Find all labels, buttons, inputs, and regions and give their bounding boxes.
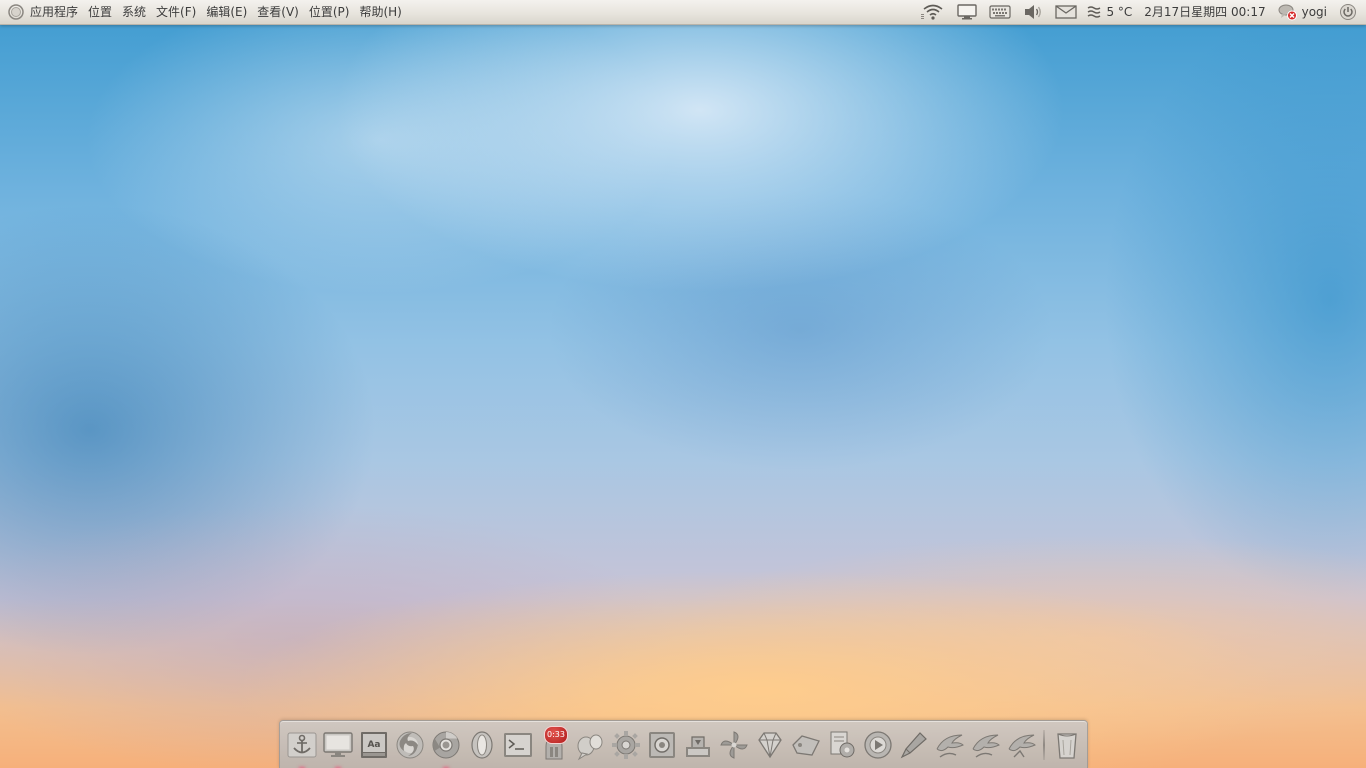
wifi-icon[interactable]	[915, 0, 951, 24]
screenshot-icon[interactable]	[644, 727, 680, 763]
top-panel: 应用程序 位置 系统 文件(F) 编辑(E) 查看(V) 位置(P) 帮助(H)	[0, 0, 1366, 25]
opera-icon[interactable]	[464, 727, 500, 763]
settings-gear-icon[interactable]	[608, 727, 644, 763]
svg-text:Aa: Aa	[367, 740, 380, 750]
menu-bar: 应用程序 位置 系统 文件(F) 编辑(E) 查看(V) 位置(P) 帮助(H)	[0, 0, 407, 24]
volume-icon[interactable]	[1017, 0, 1049, 24]
tag-icon[interactable]	[788, 727, 824, 763]
menu-system[interactable]: 系统	[117, 0, 151, 24]
inkscape-icon[interactable]	[680, 727, 716, 763]
firefox-icon[interactable]	[392, 727, 428, 763]
document-icon[interactable]	[824, 727, 860, 763]
mail-icon[interactable]	[1049, 0, 1083, 24]
weather-temperature: 5 °C	[1106, 5, 1133, 19]
menu-edit[interactable]: 编辑(E)	[201, 0, 252, 24]
pinwheel-icon[interactable]	[716, 727, 752, 763]
bird-icon[interactable]	[968, 727, 1004, 763]
bird-icon[interactable]	[1004, 727, 1040, 763]
keyboard-icon[interactable]	[983, 0, 1017, 24]
display-icon[interactable]	[951, 0, 983, 24]
menu-places[interactable]: 位置	[83, 0, 117, 24]
weather-indicator[interactable]: 5 °C	[1083, 0, 1138, 24]
disk-icon[interactable]	[860, 727, 896, 763]
menu-file[interactable]: 文件(F)	[151, 0, 201, 24]
timer-icon[interactable]: 0:33	[536, 726, 572, 763]
dock-separator	[1043, 730, 1045, 760]
terminal-icon[interactable]	[500, 727, 536, 763]
user-menu[interactable]: yogi	[1272, 0, 1333, 24]
pidgin-icon[interactable]	[572, 727, 608, 763]
menu-view[interactable]: 查看(V)	[252, 0, 304, 24]
chat-offline-icon	[1278, 4, 1297, 21]
bird-icon[interactable]	[932, 727, 968, 763]
username: yogi	[1301, 5, 1327, 19]
system-tray: 5 °C 2月17日星期四 00:17 yogi	[915, 0, 1366, 24]
anchor-icon[interactable]	[284, 727, 320, 763]
dock: Aa 0:33	[279, 720, 1088, 768]
weather-icon	[1088, 6, 1101, 18]
menu-applications[interactable]: 应用程序	[28, 0, 83, 24]
desktop-wallpaper	[0, 0, 1366, 768]
trash-icon[interactable]	[1049, 727, 1085, 763]
pen-icon[interactable]	[896, 727, 932, 763]
timer-badge: 0:33	[544, 726, 568, 744]
menu-help[interactable]: 帮助(H)	[354, 0, 406, 24]
menu-go[interactable]: 位置(P)	[304, 0, 355, 24]
font-viewer-icon[interactable]: Aa	[356, 727, 392, 763]
dock-items: Aa 0:33	[284, 726, 1085, 763]
chrome-icon[interactable]	[428, 727, 464, 763]
power-icon[interactable]	[1333, 0, 1366, 24]
clock[interactable]: 2月17日星期四 00:17	[1138, 0, 1271, 24]
monitor-icon[interactable]	[320, 727, 356, 763]
gem-icon[interactable]	[752, 727, 788, 763]
ubuntu-logo-icon[interactable]	[8, 4, 24, 20]
